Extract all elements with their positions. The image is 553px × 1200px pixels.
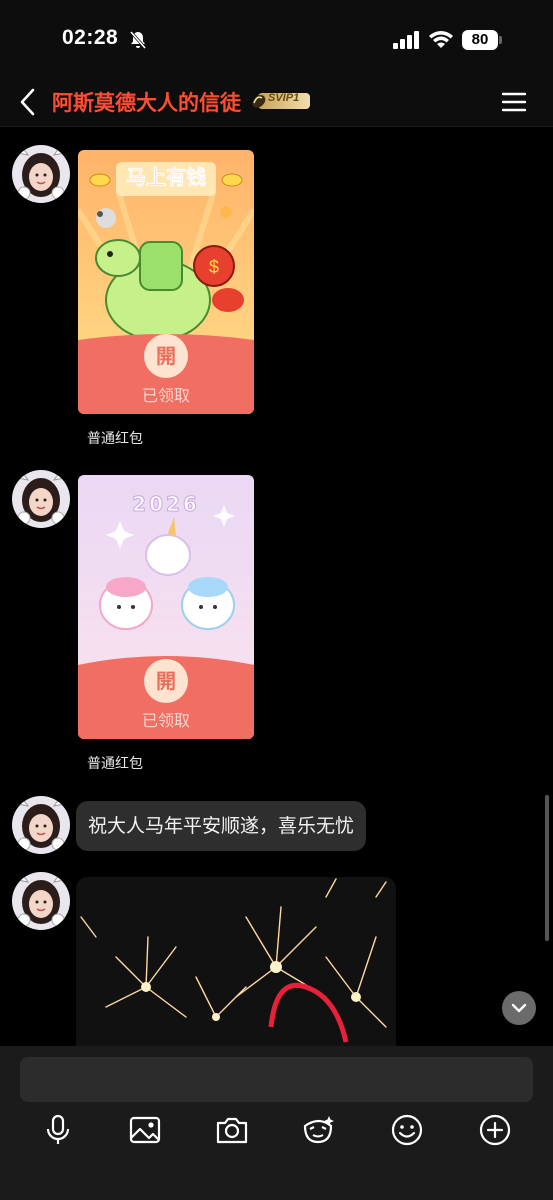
sparkler-photo[interactable]	[76, 877, 396, 1046]
composer-bar	[0, 1046, 553, 1200]
packet-cover-text: 2026	[132, 492, 200, 516]
chat-title[interactable]: 阿斯莫德大人的信徒	[52, 87, 241, 117]
message-input[interactable]	[20, 1057, 533, 1102]
svip-badge: SVIP1	[250, 90, 312, 112]
packet-cover-text: 马上有钱	[126, 165, 206, 189]
scroll-to-bottom-button[interactable]	[502, 991, 536, 1025]
plus-icon[interactable]	[477, 1112, 513, 1148]
chat-header: 阿斯莫德大人的信徒 SVIP1	[0, 78, 553, 127]
image-icon[interactable]	[127, 1112, 163, 1148]
chevron-down-icon	[511, 1003, 527, 1013]
packet-year-art: 2026	[132, 492, 200, 517]
packet-label: 普通红包	[87, 756, 143, 772]
message-bubble[interactable]: 祝大人马年平安顺遂，喜乐无忧	[76, 801, 367, 851]
sender-avatar[interactable]	[12, 145, 70, 203]
open-button[interactable]: 開	[144, 659, 188, 703]
packet-label: 普通红包	[87, 431, 143, 447]
signal-icon	[393, 31, 419, 49]
scrollbar[interactable]	[545, 795, 549, 941]
emoji-icon[interactable]	[389, 1112, 425, 1148]
red-packet-card[interactable]: 2026 開 已领取	[78, 475, 254, 739]
mute-bell-icon	[129, 31, 147, 49]
open-button[interactable]: 開	[144, 334, 188, 378]
battery-level: 80	[462, 30, 498, 50]
packet-title-art: 马上有钱	[126, 165, 207, 190]
svg-text:$: $	[209, 257, 219, 277]
red-packet-card[interactable]: $ 马上有钱 開 已领取	[78, 150, 254, 414]
voice-icon[interactable]	[40, 1112, 76, 1148]
back-icon[interactable]	[14, 84, 44, 120]
sender-avatar[interactable]	[12, 470, 70, 528]
menu-icon[interactable]	[500, 88, 528, 116]
claimed-status: 已领取	[141, 386, 190, 405]
status-time: 02:28	[62, 26, 119, 49]
camera-icon[interactable]	[214, 1112, 250, 1148]
wifi-icon	[429, 31, 453, 48]
svip-label: SVIP1	[268, 92, 300, 104]
sender-avatar[interactable]	[12, 796, 70, 854]
sticker-icon[interactable]	[301, 1112, 337, 1148]
sender-avatar[interactable]	[12, 872, 70, 930]
claimed-status: 已领取	[141, 711, 190, 730]
battery-tip	[499, 36, 502, 44]
status-bar: 02:28 80	[0, 0, 553, 78]
